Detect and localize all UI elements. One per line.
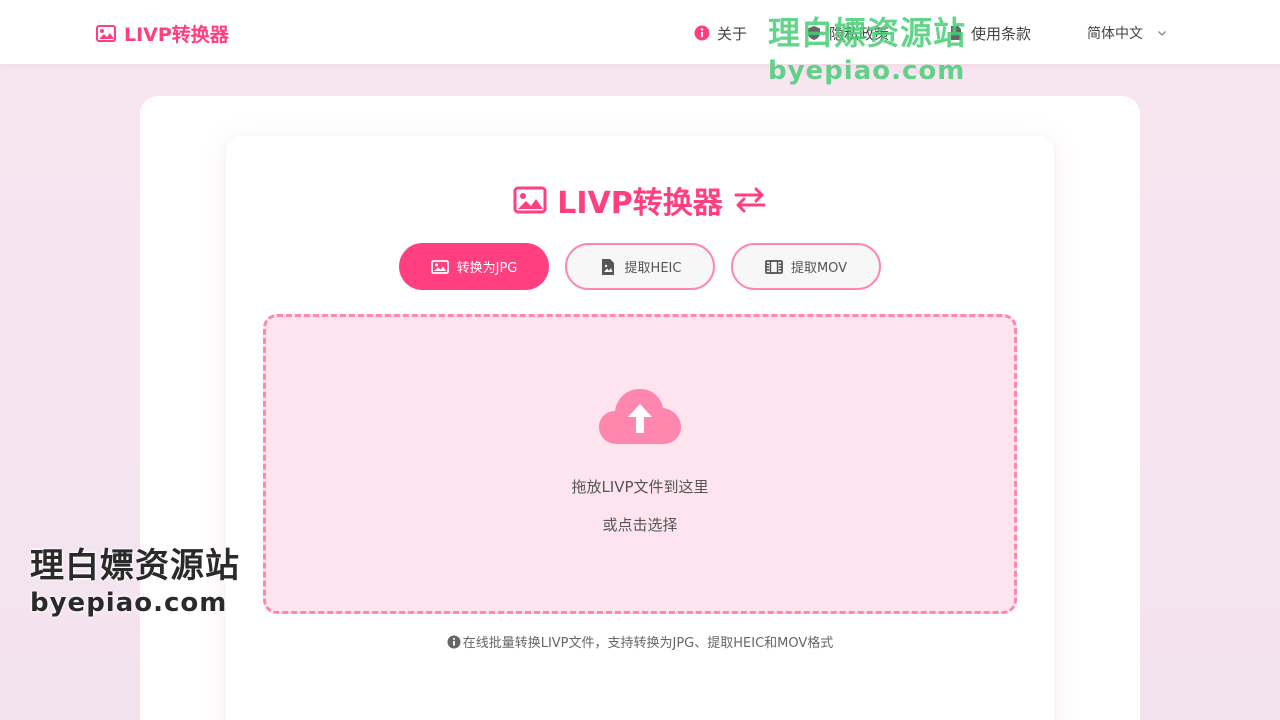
title-text: LIVP转换器 [557,186,723,221]
page-title: LIVP转换器 [0,180,1280,221]
tab-convert-jpg[interactable]: 转换为JPG [399,243,549,290]
nav-about[interactable]: 关于 [694,20,747,46]
language-label: 简体中文 [1087,26,1143,42]
image-icon [96,24,116,42]
info-icon [447,635,461,648]
tab-label: 提取HEIC [624,261,682,276]
image-icon [430,259,449,274]
watermark-text: 理白嫖资源站 [30,546,240,586]
brand-name: LIVP转换器 [124,23,229,46]
watermark-url: byepiao.com [30,588,228,618]
cloud-upload-icon [599,389,681,444]
watermark-url: byepiao.com [768,56,966,86]
file-image-icon [601,258,614,275]
tab-extract-mov[interactable]: 提取MOV [731,243,881,290]
nav-about-label: 关于 [717,24,748,43]
watermark-text: 理白嫖资源站 [768,14,967,52]
file-dropzone[interactable] [263,314,1017,614]
tab-label: 提取MOV [790,261,848,276]
dropzone-instruction: 拖放LIVP文件到这里 [571,478,709,496]
brand-logo[interactable]: LIVP转换器 [96,20,229,46]
dropzone-click-hint[interactable]: 或点击选择 [0,514,1280,535]
nav-terms-label: 使用条款 [971,24,1032,43]
info-icon [694,25,710,41]
tab-extract-heic[interactable]: 提取HEIC [565,243,715,290]
image-icon [513,186,547,214]
exchange-arrows-icon [734,187,766,213]
film-icon [765,259,783,274]
info-text: 在线批量转换LIVP文件，支持转换为JPG、提取HEIC和MOV格式 [462,636,834,651]
language-selector[interactable]: 简体中文 [1087,20,1167,46]
tab-label: 转换为JPG [456,261,518,276]
info-note: 在线批量转换LIVP文件，支持转换为JPG、提取HEIC和MOV格式 [0,632,1280,651]
chevron-down-icon [1158,31,1166,36]
